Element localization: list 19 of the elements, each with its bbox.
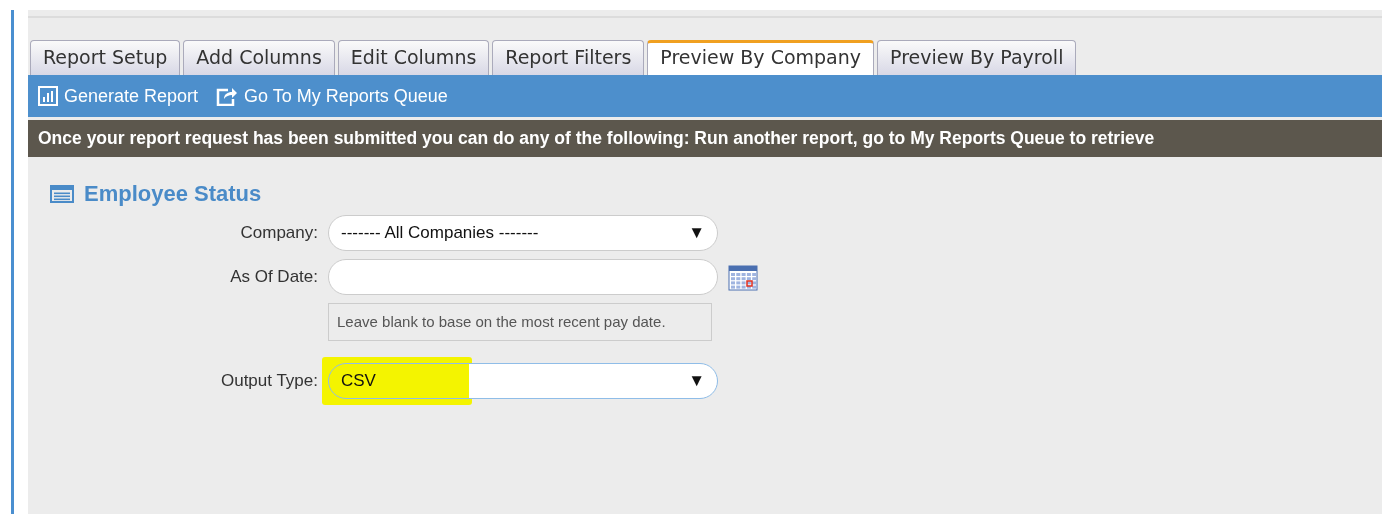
tab[interactable]: Report Filters	[492, 40, 645, 75]
date-field[interactable]	[328, 259, 718, 295]
info-banner: Once your report request has been submitted you can do any of the following: Run another report, go to My Reports Queue to retrieve	[28, 120, 1382, 157]
bar-chart-icon	[38, 86, 58, 106]
export-icon	[216, 86, 239, 106]
hint-text: Leave blank to base on the most recent pay date.	[328, 303, 712, 341]
tab[interactable]: Report Setup	[30, 40, 181, 75]
field-label: Output Type:	[220, 371, 318, 391]
calendar-icon[interactable]	[728, 263, 758, 291]
tab[interactable]: Preview By Payroll	[877, 40, 1077, 75]
field-label: Company:	[240, 223, 318, 243]
list-icon	[50, 185, 74, 203]
section-title: Employee Status	[84, 181, 262, 207]
dropdown[interactable]: ------- All Companies ------- ▼	[328, 215, 718, 251]
dropdown[interactable]: CSV ▼	[328, 363, 718, 399]
field-label: As Of Date:	[230, 267, 318, 287]
tab[interactable]: Edit Columns	[337, 40, 490, 75]
tab[interactable]: Add Columns	[183, 40, 335, 75]
tab[interactable]: Preview By Company	[647, 40, 875, 75]
